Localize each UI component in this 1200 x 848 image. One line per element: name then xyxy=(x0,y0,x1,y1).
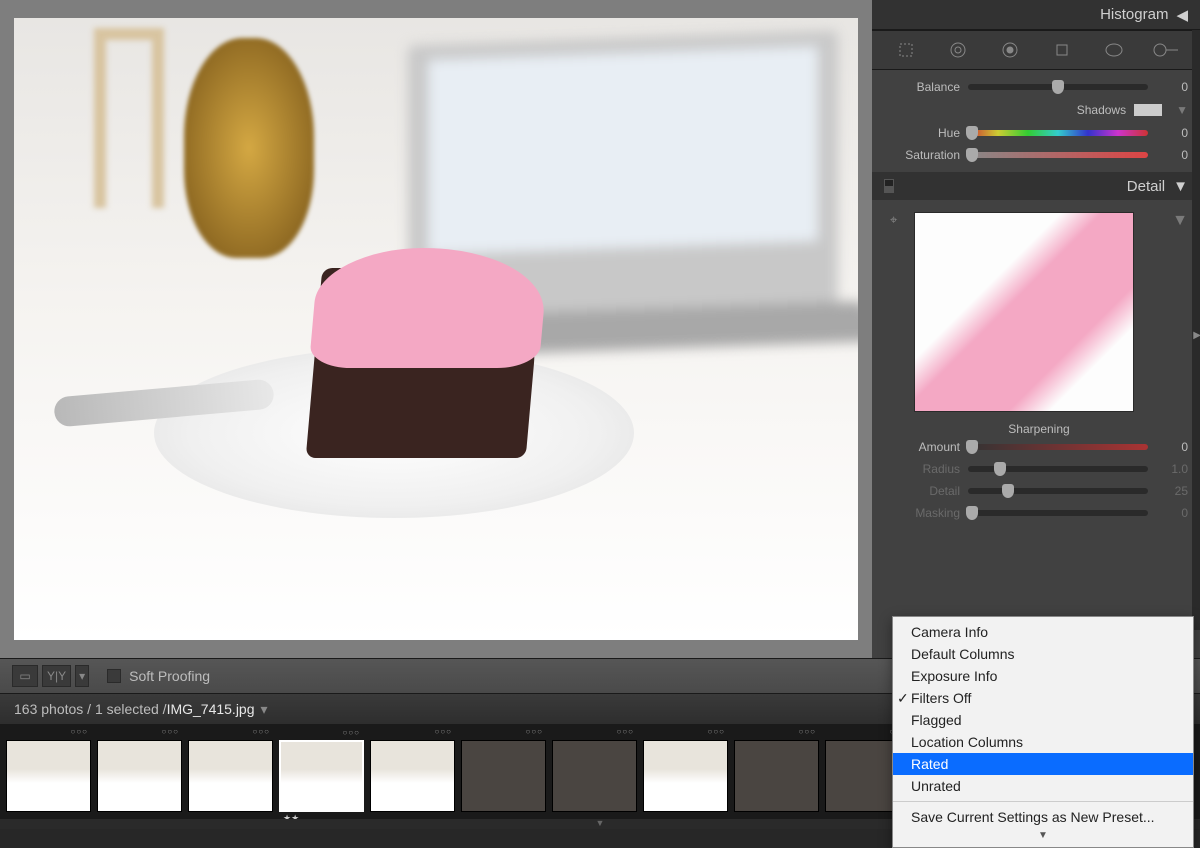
thumbnail[interactable] xyxy=(370,740,455,812)
thumbnail[interactable] xyxy=(188,740,273,812)
detail-slider-label: Detail xyxy=(890,484,968,498)
detail-toggle-icon[interactable] xyxy=(884,179,894,193)
chevron-down-icon: ▼ xyxy=(1173,178,1188,195)
gradient-tool-icon[interactable] xyxy=(1043,36,1081,64)
thumbnail[interactable] xyxy=(734,740,819,812)
balance-value[interactable]: 0 xyxy=(1158,80,1188,94)
menu-label: Unrated xyxy=(911,778,961,794)
menu-label: Location Columns xyxy=(911,734,1023,750)
redeye-tool-icon[interactable] xyxy=(991,36,1029,64)
menu-item[interactable]: Rated xyxy=(893,753,1193,775)
menu-overflow-icon[interactable]: ▼ xyxy=(893,828,1193,843)
preview-photo xyxy=(14,18,858,640)
detail-target-icon[interactable]: ⌖ xyxy=(890,212,908,412)
radius-slider[interactable] xyxy=(968,466,1148,472)
crop-tool-icon[interactable] xyxy=(887,36,925,64)
breadcrumb[interactable]: 163 photos / 1 selected / IMG_7415.jpg ▾ xyxy=(14,701,268,718)
collapse-left-icon: ◀ xyxy=(1176,6,1188,24)
radius-label: Radius xyxy=(890,462,968,476)
thumbnail[interactable] xyxy=(461,740,546,812)
shadows-label: Shadows xyxy=(1077,103,1126,117)
menu-item[interactable]: Location Columns xyxy=(893,731,1193,753)
develop-tool-strip xyxy=(872,30,1200,70)
thumbnail[interactable] xyxy=(552,740,637,812)
brush-tool-icon[interactable] xyxy=(1147,36,1185,64)
histogram-title: Histogram xyxy=(1100,6,1168,23)
thumbnail[interactable] xyxy=(97,740,182,812)
check-icon: ✓ xyxy=(897,690,909,707)
right-panel: Histogram ◀ Balance 0 Shadows ▼ Hue xyxy=(872,0,1200,658)
thumbnail[interactable] xyxy=(6,740,91,812)
menu-label: Rated xyxy=(911,756,948,772)
amount-slider[interactable] xyxy=(968,444,1148,450)
amount-label: Amount xyxy=(890,440,968,454)
masking-slider[interactable] xyxy=(968,510,1148,516)
menu-item[interactable]: Exposure Info xyxy=(893,665,1193,687)
menu-label: Flagged xyxy=(911,712,962,728)
saturation-slider[interactable] xyxy=(968,152,1148,158)
soft-proofing-checkbox[interactable] xyxy=(107,669,121,683)
menu-label: Camera Info xyxy=(911,624,988,640)
view-mode-dropdown[interactable]: ▾ xyxy=(75,665,89,687)
right-panel-expand-rail[interactable] xyxy=(1192,30,1200,630)
thumbnail[interactable] xyxy=(643,740,728,812)
shadows-subheader: Shadows ▼ xyxy=(890,98,1188,122)
photo-count-text: 163 photos / 1 selected / xyxy=(14,701,167,717)
menu-item[interactable]: ✓Filters Off xyxy=(893,687,1193,709)
detail-slider-value[interactable]: 25 xyxy=(1158,484,1188,498)
saturation-label: Saturation xyxy=(890,148,968,162)
menu-item[interactable]: Unrated xyxy=(893,775,1193,797)
spot-tool-icon[interactable] xyxy=(939,36,977,64)
histogram-panel-header[interactable]: Histogram ◀ xyxy=(872,0,1200,30)
filter-preset-menu: Camera InfoDefault ColumnsExposure Info✓… xyxy=(892,616,1194,848)
menu-item[interactable]: Flagged xyxy=(893,709,1193,731)
detail-slider[interactable] xyxy=(968,488,1148,494)
balance-label: Balance xyxy=(890,80,968,94)
radius-value[interactable]: 1.0 xyxy=(1158,462,1188,476)
chevron-down-icon[interactable]: ▼ xyxy=(1172,212,1188,412)
chevron-down-icon[interactable]: ▼ xyxy=(1176,103,1188,117)
amount-value[interactable]: 0 xyxy=(1158,440,1188,454)
thumbnail-selected[interactable] xyxy=(279,740,364,812)
hue-value[interactable]: 0 xyxy=(1158,126,1188,140)
sharpening-heading: Sharpening xyxy=(890,422,1188,436)
radial-tool-icon[interactable] xyxy=(1095,36,1133,64)
masking-label: Masking xyxy=(890,506,968,520)
menu-label: Exposure Info xyxy=(911,668,997,684)
hue-label: Hue xyxy=(890,126,968,140)
menu-item[interactable]: Default Columns xyxy=(893,643,1193,665)
compare-view-button[interactable]: Y|Y xyxy=(42,665,71,687)
menu-item-save-preset[interactable]: Save Current Settings as New Preset... xyxy=(893,806,1193,828)
hue-slider[interactable] xyxy=(968,130,1148,136)
menu-label: Filters Off xyxy=(911,690,971,706)
shadows-swatch[interactable] xyxy=(1134,104,1162,116)
current-filename: IMG_7415.jpg xyxy=(167,701,255,717)
loupe-view-button[interactable]: ▭ xyxy=(12,665,38,687)
detail-preview-image[interactable] xyxy=(914,212,1134,412)
saturation-value[interactable]: 0 xyxy=(1158,148,1188,162)
chevron-down-icon[interactable]: ▾ xyxy=(261,701,268,718)
menu-label: Default Columns xyxy=(911,646,1015,662)
main-area: Histogram ◀ Balance 0 Shadows ▼ Hue xyxy=(0,0,1200,658)
menu-label: Save Current Settings as New Preset... xyxy=(911,809,1155,825)
image-viewer[interactable] xyxy=(0,0,872,658)
menu-item[interactable]: Camera Info xyxy=(893,621,1193,643)
detail-panel-header[interactable]: Detail ▼ xyxy=(872,172,1200,200)
detail-title: Detail xyxy=(1127,178,1165,195)
masking-value[interactable]: 0 xyxy=(1158,506,1188,520)
soft-proofing-label: Soft Proofing xyxy=(129,668,210,684)
balance-slider[interactable] xyxy=(968,84,1148,90)
